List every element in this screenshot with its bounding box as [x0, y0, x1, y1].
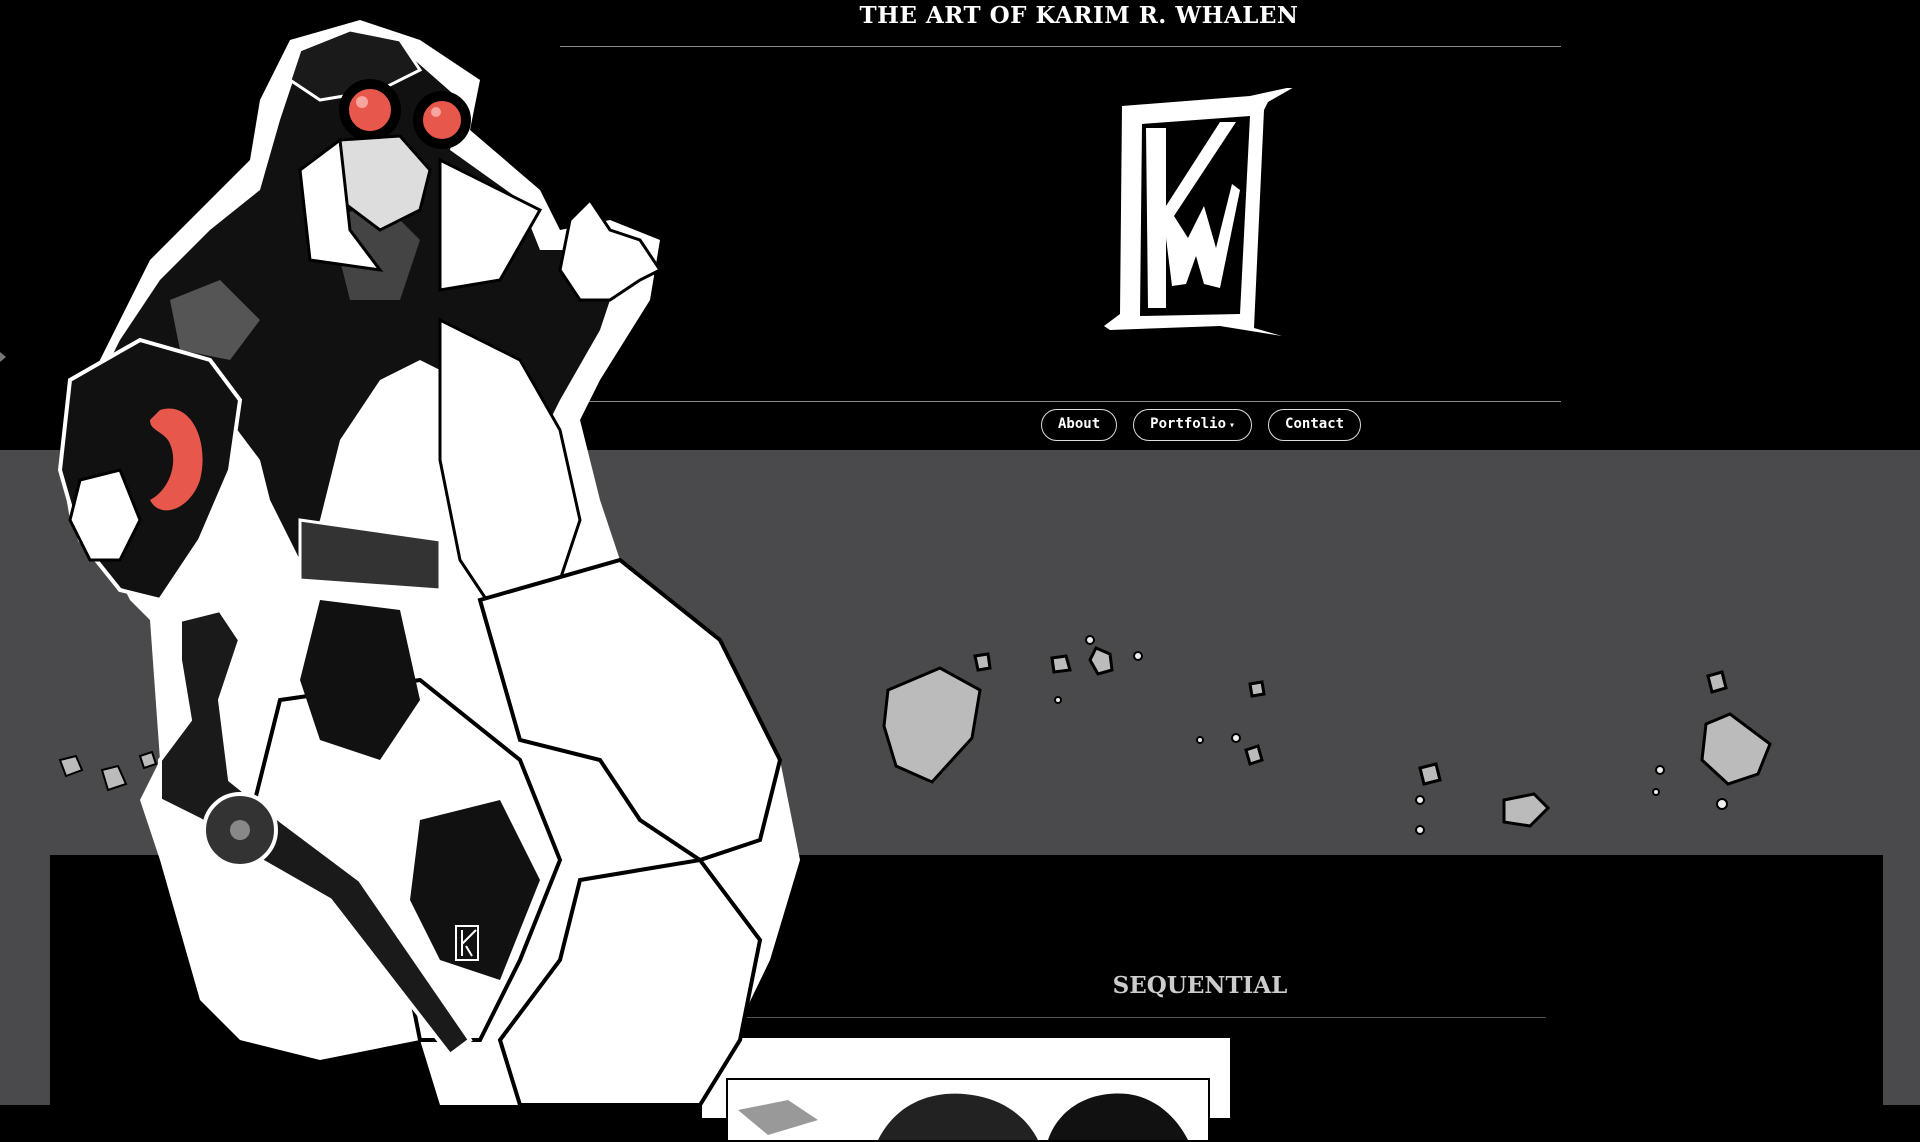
chevron-right-icon[interactable] [0, 352, 6, 362]
main-nav: About Portfolio ▾ Contact [1041, 409, 1362, 441]
section-title: SEQUENTIAL [1112, 972, 1288, 999]
nav-about-button[interactable]: About [1041, 409, 1118, 441]
comic-hero-illustration [57, 20, 800, 1105]
caret-down-icon: ▾ [1229, 420, 1236, 431]
nav-portfolio-button[interactable]: Portfolio ▾ [1133, 409, 1253, 441]
nav-portfolio-label: Portfolio [1150, 416, 1227, 432]
nav-about-label: About [1058, 416, 1101, 432]
nav-contact-button[interactable]: Contact [1268, 409, 1362, 441]
nav-contact-label: Contact [1285, 416, 1345, 432]
kw-logo[interactable] [1100, 88, 1300, 342]
